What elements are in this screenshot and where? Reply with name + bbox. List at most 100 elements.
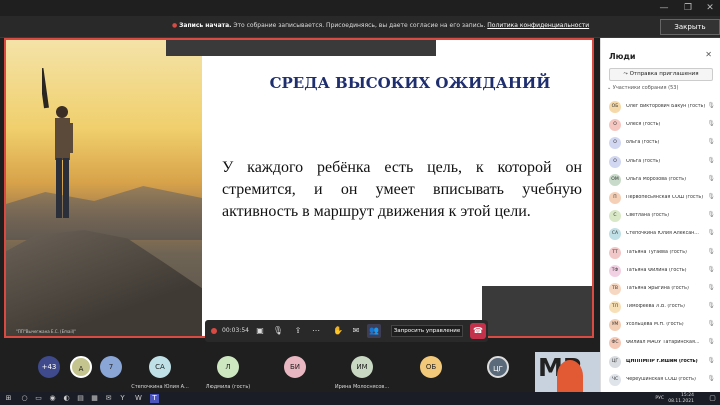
gallery-tile[interactable]: БИ: [284, 356, 306, 378]
participant-row[interactable]: ТВ Татьяна Ярыгина (гость) 🎙: [607, 280, 717, 298]
close-window-icon[interactable]: ✕: [702, 0, 718, 16]
yandex-icon[interactable]: Y: [118, 394, 127, 403]
participant-row[interactable]: УМ Усольцева М.Н. (гость) 🎙: [607, 316, 717, 334]
avatar: О: [609, 155, 621, 168]
mic-icon: 🎙: [707, 356, 715, 364]
participant-row[interactable]: ФС Филиал МАОУ Татаринская... 🎙: [607, 334, 717, 352]
avatar: С: [609, 210, 621, 223]
participant-row[interactable]: П Первопесьянская СОШ (гость) 🎙: [607, 189, 717, 207]
participant-name: ЦНППМПР г.Ишим (гость): [626, 358, 698, 364]
participant-name: Филиал МАОУ Татаринская...: [626, 340, 700, 346]
participant-name: Усольцева М.Н. (гость): [626, 322, 684, 328]
participant-row[interactable]: ТФ Татьяна Филина (гость) 🎙: [607, 262, 717, 280]
word-icon[interactable]: W: [134, 394, 143, 403]
gallery-tile[interactable]: +43: [38, 356, 60, 378]
participant-row[interactable]: С Светлана (гость) 🎙: [607, 207, 717, 225]
send-invite-button[interactable]: ⤳ Отправка приглашения: [609, 68, 713, 81]
presenter-video-tile: [166, 40, 436, 56]
task-view-icon[interactable]: ▭: [34, 394, 43, 403]
chevron-down-icon: ⌄: [607, 85, 612, 91]
people-icon[interactable]: 👥: [367, 324, 381, 338]
avatar: СА: [609, 228, 621, 241]
participant-row[interactable]: ТЛ Тимофеева Л.В. (гость) 🎙: [607, 298, 717, 316]
participant-row[interactable]: Оольга (гость) 🎙: [607, 134, 717, 152]
store-icon[interactable]: ▦: [90, 394, 99, 403]
mic-off-icon: 🎙: [707, 120, 715, 128]
recording-banner: ● Запись начата. Это собрание записывает…: [0, 16, 720, 38]
participant-row[interactable]: ЦГ ЦНППМПР г.Ишим (гость) 🎙: [607, 353, 717, 371]
windows-start-icon[interactable]: ⊞: [4, 394, 13, 403]
chrome-icon[interactable]: ◉: [48, 394, 57, 403]
avatar: ОБ: [609, 101, 621, 113]
gallery-tile[interactable]: ЦГ: [487, 356, 509, 378]
slide-title: СРЕДА ВЫСОКИХ ОЖИДАНИЙ: [269, 74, 551, 92]
participant-name: Первопесьянская СОШ (гость): [626, 194, 704, 200]
edge-icon[interactable]: ◐: [62, 394, 71, 403]
video-icon[interactable]: ▣: [253, 324, 267, 338]
participant-row[interactable]: ЧС Череушинская СОШ (гость) 🎙: [607, 371, 717, 389]
gallery-tile[interactable]: СА Степочкина Юлия А...: [130, 356, 190, 390]
gallery-tile[interactable]: 7: [100, 356, 122, 378]
participant-name: Череушинская СОШ (гость): [626, 376, 696, 382]
hang-up-button[interactable]: ☎: [470, 323, 486, 339]
slide-photo: "ПП"Вычегжана Е.С. (Email)": [6, 40, 202, 336]
mic-off-icon: 🎙: [707, 338, 715, 346]
meeting-controls: 00:03:54 ▣ 🎙 ⇪ ⋯ ✋ ✉ 👥 Запросить управле…: [205, 320, 488, 342]
participant-name: Олег Викторович Бакун (гость): [626, 104, 706, 109]
participant-row[interactable]: ОБ Олег Викторович Бакун (гость) 🎙: [607, 98, 717, 116]
language-indicator[interactable]: РУС: [655, 396, 664, 401]
participant-row[interactable]: ОМ Ольга Морозова (гость) 🎙: [607, 171, 717, 189]
avatar: +43: [38, 356, 60, 378]
gallery-tile[interactable]: ОБ: [420, 356, 442, 378]
participant-name: ольга (гость): [626, 140, 660, 146]
mic-off-icon[interactable]: 🎙: [271, 324, 285, 338]
raise-hand-icon[interactable]: ✋: [331, 324, 345, 338]
shared-slide: "ПП"Вычегжана Е.С. (Email)" СРЕДА ВЫСОКИ…: [4, 38, 594, 338]
self-video-tile: [482, 286, 592, 336]
photo-caption: "ПП"Вычегжана Е.С. (Email)": [16, 329, 77, 334]
explorer-icon[interactable]: ▤: [76, 394, 85, 403]
more-icon[interactable]: ⋯: [309, 324, 323, 338]
avatar: ФС: [609, 337, 621, 350]
recording-message: ● Запись начата. Это собрание записывает…: [172, 22, 589, 29]
notifications-icon[interactable]: ▢: [708, 394, 717, 403]
participant-name: Светлана (гость): [626, 213, 669, 219]
mic-off-icon: 🎙: [707, 211, 715, 219]
share-icon[interactable]: ⇪: [291, 324, 305, 338]
people-panel: Люди ✕ ⤳ Отправка приглашения ⌄ Участник…: [600, 38, 720, 392]
participant-name: Олеся (гость): [626, 122, 661, 128]
minimize-icon[interactable]: —: [656, 0, 672, 16]
avatar: ТТ: [609, 246, 621, 259]
participant-row[interactable]: О Олеся (гость) 🎙: [607, 116, 717, 134]
gallery-name: Степочкина Юлия А...: [131, 384, 189, 390]
privacy-link[interactable]: Политика конфиденциальности: [487, 22, 589, 29]
clock[interactable]: 15:24 08.11.2021: [668, 393, 694, 404]
participants-section[interactable]: ⌄ Участники собрания (53): [607, 85, 678, 91]
participant-row[interactable]: ТТ Татьяна Тугаева (гость) 🎙: [607, 244, 717, 262]
teams-icon[interactable]: T: [150, 394, 159, 403]
gallery-tile[interactable]: A: [70, 356, 92, 378]
slide-body: У каждого ребёнка есть цель, к которой о…: [222, 159, 582, 220]
recording-title: Запись начата.: [179, 22, 232, 29]
maximize-icon[interactable]: ❐: [680, 0, 696, 16]
avatar: ОБ: [420, 356, 442, 378]
gallery-tile[interactable]: Л Людмила (гость): [198, 356, 258, 390]
avatar: ИМ: [351, 356, 373, 378]
avatar: СА: [149, 356, 171, 378]
mail-icon[interactable]: ✉: [104, 394, 113, 403]
avatar: ЦГ: [609, 355, 621, 368]
participant-row[interactable]: СА Степочкина Юлия Алексан... 🎙: [607, 225, 717, 243]
gallery-tile[interactable]: ИМ Ирина Молоснясов...: [330, 356, 394, 390]
mic-off-icon: 🎙: [707, 302, 715, 310]
clock-date: 08.11.2021: [668, 398, 694, 404]
close-banner-button[interactable]: Закрыть: [660, 19, 720, 35]
participant-row[interactable]: О Ольга (гость) 🎙: [607, 153, 717, 171]
request-control-button[interactable]: Запросить управление: [391, 325, 463, 337]
avatar: A: [70, 356, 92, 378]
close-panel-icon[interactable]: ✕: [705, 50, 712, 59]
mic-off-icon: 🎙: [707, 374, 715, 382]
speaker-video-tile[interactable]: MP: [535, 352, 600, 392]
search-icon[interactable]: ○: [20, 394, 29, 403]
chat-icon[interactable]: ✉: [349, 324, 363, 338]
recording-dot-icon: [211, 328, 217, 334]
